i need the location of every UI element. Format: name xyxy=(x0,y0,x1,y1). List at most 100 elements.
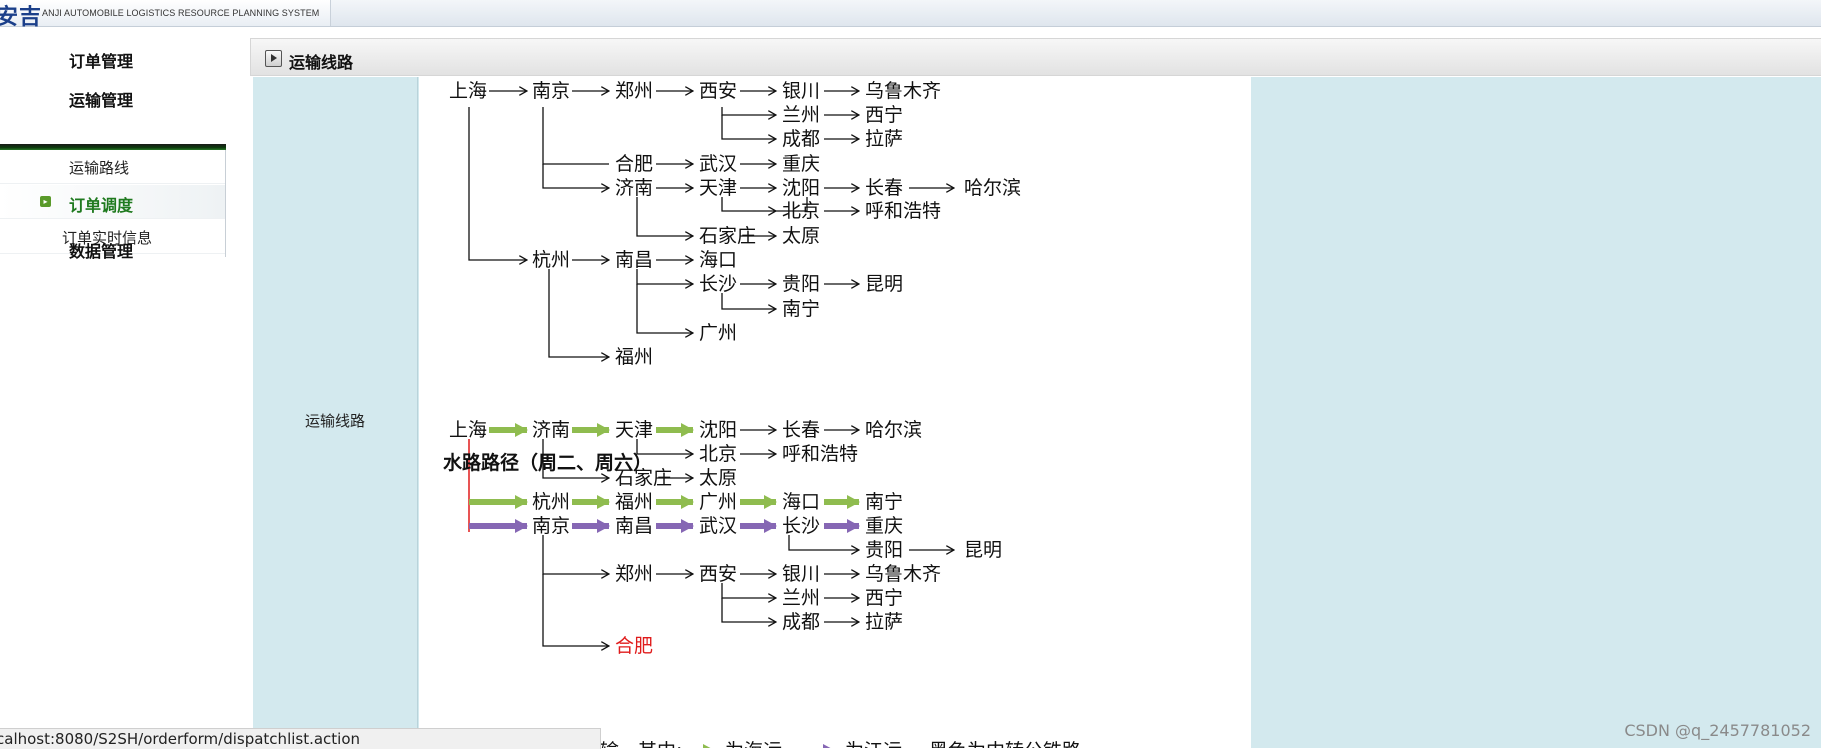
panel-titlebar: 运输线路 xyxy=(250,38,1821,76)
city-node-water-9: 太原 xyxy=(699,467,737,489)
city-node-rail-6: 兰州 xyxy=(782,104,820,126)
city-node-rail-18: 北京 xyxy=(782,200,820,222)
city-node-water-24: 银川 xyxy=(782,563,820,585)
city-node-rail-11: 武汉 xyxy=(699,153,737,175)
city-node-water-20: 贵阳 xyxy=(865,539,903,561)
route-link xyxy=(721,598,776,622)
city-node-rail-10: 合肥 xyxy=(615,153,653,175)
row-label-cell: 运输线路 xyxy=(253,77,418,748)
legend-river-label: 为江运 xyxy=(845,740,902,748)
city-node-water-3: 沈阳 xyxy=(699,419,737,441)
city-node-water-16: 南昌 xyxy=(615,515,653,537)
city-node-rail-16: 长春 xyxy=(865,177,903,199)
city-node-rail-19: 呼和浩特 xyxy=(865,200,941,222)
city-node-water-27: 西宁 xyxy=(865,587,903,609)
route-link xyxy=(636,197,693,236)
city-node-rail-2: 郑州 xyxy=(615,80,653,102)
main-panel: 运输线路 运输线路 上海 南京 郑州 西安 银川 乌鲁木齐 兰州 西宁 成都 拉… xyxy=(250,38,1821,748)
city-node-water-28: 成都 xyxy=(782,611,820,633)
sidebar-gutter xyxy=(226,27,246,748)
city-node-rail-1: 南京 xyxy=(532,80,570,102)
city-node-water-12: 广州 xyxy=(699,491,737,513)
route-link xyxy=(542,164,609,188)
city-node-water-26: 兰州 xyxy=(782,587,820,609)
city-node-water-10: 杭州 xyxy=(532,491,570,513)
city-node-rail-5: 乌鲁木齐 xyxy=(865,80,941,102)
city-node-rail-4: 银川 xyxy=(782,80,820,102)
city-node-water-23: 西安 xyxy=(699,563,737,585)
city-node-rail-13: 济南 xyxy=(615,177,653,199)
city-node-water-19: 重庆 xyxy=(865,515,903,537)
city-node-water-14: 南宁 xyxy=(865,491,903,513)
city-node-water-21: 昆明 xyxy=(964,539,1002,561)
route-link xyxy=(636,284,693,333)
submenu-item-order-dispatch[interactable]: ▸ 订单调度 xyxy=(0,185,225,219)
arrow-bullet-icon: ▸ xyxy=(40,196,51,207)
city-node-rail-22: 杭州 xyxy=(532,249,570,271)
city-node-rail-23: 南昌 xyxy=(615,249,653,271)
city-node-rail-9: 拉萨 xyxy=(865,128,903,150)
city-node-rail-20: 石家庄 xyxy=(699,225,756,247)
logo: 安吉 ANJI AUTOMOBILE LOGISTICS RESOURCE PL… xyxy=(0,0,331,30)
city-node-water-1: 济南 xyxy=(532,419,570,441)
menu-order-management[interactable]: 订单管理 xyxy=(69,48,133,72)
status-url: calhost:8080/S2SH/orderform/dispatchlist… xyxy=(0,730,361,748)
route-link xyxy=(542,107,609,165)
city-node-rail-0: 上海 xyxy=(449,80,487,102)
city-node-water-22: 郑州 xyxy=(615,563,653,585)
city-node-rail-21: 太原 xyxy=(782,225,820,247)
water-route-heading: 水路路径（周二、周六） xyxy=(443,451,652,474)
sidebar: 订单管理 运输管理 运输路线 ▸ 订单调度 订单实时信息 数据管理 xyxy=(0,27,246,748)
city-node-water-18: 长沙 xyxy=(782,515,820,537)
route-link xyxy=(721,293,776,309)
city-node-water-6: 北京 xyxy=(699,443,737,465)
submenu-item-transport-route[interactable]: 运输路线 xyxy=(0,150,225,184)
city-node-water-15: 南京 xyxy=(532,515,570,537)
city-node-rail-3: 西安 xyxy=(699,80,737,102)
submenu-item-label: 订单调度 xyxy=(69,196,134,215)
route-legend: 运输，其中: 为海运 为江运 黑色为中转公铁路。 xyxy=(581,740,1100,748)
city-node-water-5: 哈尔滨 xyxy=(865,419,922,441)
city-node-water-25: 乌鲁木齐 xyxy=(865,563,941,585)
route-document: 上海 南京 郑州 西安 银川 乌鲁木齐 兰州 西宁 成都 拉萨 合肥 武汉 重庆 济南 天津 沈阳 长春 哈尔滨北… xyxy=(419,77,1251,748)
route-link xyxy=(788,535,859,550)
city-node-rail-14: 天津 xyxy=(699,177,737,199)
row-label: 运输线路 xyxy=(304,412,365,430)
route-link xyxy=(542,535,609,574)
city-node-rail-15: 沈阳 xyxy=(782,177,820,199)
city-node-rail-12: 重庆 xyxy=(782,153,820,175)
city-node-water-4: 长春 xyxy=(782,419,820,441)
menu-data-management[interactable]: 数据管理 xyxy=(69,238,133,262)
city-node-rail-7: 西宁 xyxy=(865,104,903,126)
play-icon xyxy=(265,50,282,67)
city-node-rail-28: 南宁 xyxy=(782,298,820,320)
menu-transport-management[interactable]: 运输管理 xyxy=(69,87,133,111)
route-link xyxy=(636,269,693,284)
logo-subtitle: ANJI AUTOMOBILE LOGISTICS RESOURCE PLANN… xyxy=(42,8,320,18)
submenu-item-label: 运输路线 xyxy=(69,159,130,177)
city-node-water-0: 上海 xyxy=(449,419,487,441)
city-node-rail-24: 海口 xyxy=(699,249,737,271)
watermark: CSDN @q_2457781052 xyxy=(1624,721,1811,740)
route-link xyxy=(548,269,609,357)
legend-sea-label: 为海运 xyxy=(725,740,782,748)
city-node-water-29: 拉萨 xyxy=(865,611,903,633)
city-node-water-11: 福州 xyxy=(615,491,653,513)
city-node-rail-25: 长沙 xyxy=(699,273,737,295)
city-node-water-13: 海口 xyxy=(782,491,820,513)
city-node-rail-8: 成都 xyxy=(782,128,820,150)
route-link xyxy=(468,107,527,260)
city-node-water-30: 合肥 xyxy=(615,635,653,657)
panel-title: 运输线路 xyxy=(289,53,354,72)
route-diagram: 上海 南京 郑州 西安 银川 乌鲁木齐兰州 西宁成都 拉萨合肥 武汉 重庆济南 天津 沈阳 长春 哈尔滨北… xyxy=(443,80,1100,748)
city-node-rail-27: 昆明 xyxy=(865,273,903,295)
city-node-water-17: 武汉 xyxy=(699,515,737,537)
status-bar: calhost:8080/S2SH/orderform/dispatchlist… xyxy=(0,728,601,749)
panel-content: 运输线路 上海 南京 郑州 西安 银川 乌鲁木齐 兰州 西宁 成都 拉萨 合肥 武汉 重庆 济南 天津 沈阳长… xyxy=(253,77,1821,748)
city-node-rail-29: 广州 xyxy=(699,322,737,344)
city-node-rail-26: 贵阳 xyxy=(782,273,820,295)
legend-note: 黑色为中转公铁路。 xyxy=(929,740,1100,748)
city-node-water-2: 天津 xyxy=(615,419,653,441)
route-link xyxy=(542,574,609,646)
city-node-rail-17: 哈尔滨 xyxy=(964,177,1021,199)
